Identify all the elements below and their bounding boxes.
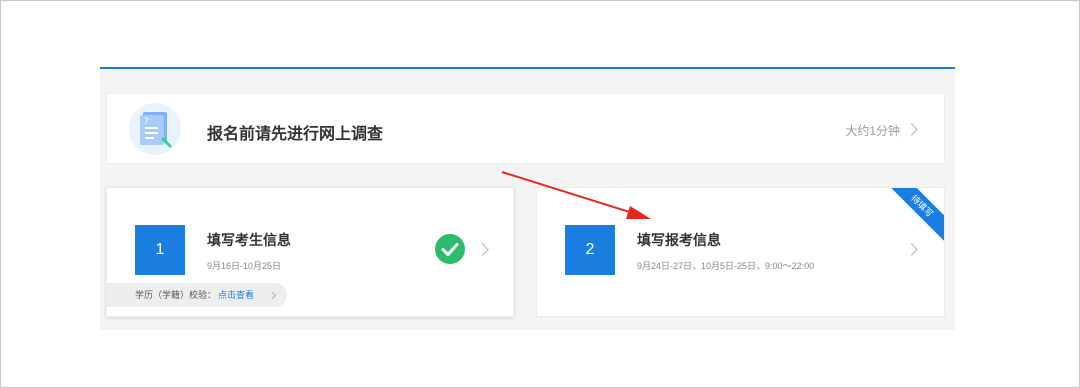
verify-label: 学历（学籍）校验： [135,290,217,300]
step-card-1[interactable]: 1 填写考生信息 9月16日-10月25日 学历（学籍）校验： 点击查看 [106,187,514,317]
step-number-badge: 1 [135,225,185,275]
step-number-badge: 2 [565,225,615,275]
verify-view-link[interactable]: 点击查看 [218,290,254,300]
chevron-right-icon [905,123,918,136]
chevron-right-icon [268,291,277,300]
step-title: 填写报考信息 [637,232,721,248]
registration-panel: ? 报名前请先进行网上调查 大约1分钟 1 填写考生信息 9月16日-10月25… [100,67,955,330]
survey-card[interactable]: ? 报名前请先进行网上调查 大约1分钟 [106,93,945,164]
survey-title: 报名前请先进行网上调查 [207,126,384,143]
svg-text:?: ? [144,117,149,127]
step-title: 填写考生信息 [207,232,291,248]
step-date: 9月16日-10月25日 [207,261,282,271]
survey-duration: 大约1分钟 [845,124,900,138]
pending-ribbon: 待填写 [883,188,944,245]
education-verify-bar[interactable]: 学历（学籍）校验： 点击查看 [107,283,287,307]
step-card-2[interactable]: 2 填写报考信息 9月24日-27日，10月5日-25日，9:00～22:00 … [536,187,945,317]
step-date: 9月24日-27日，10月5日-25日，9:00～22:00 [637,261,815,271]
check-circle-icon [435,234,465,264]
chevron-right-icon [476,243,489,256]
survey-document-icon: ? [129,103,181,155]
chevron-right-icon [905,243,918,256]
